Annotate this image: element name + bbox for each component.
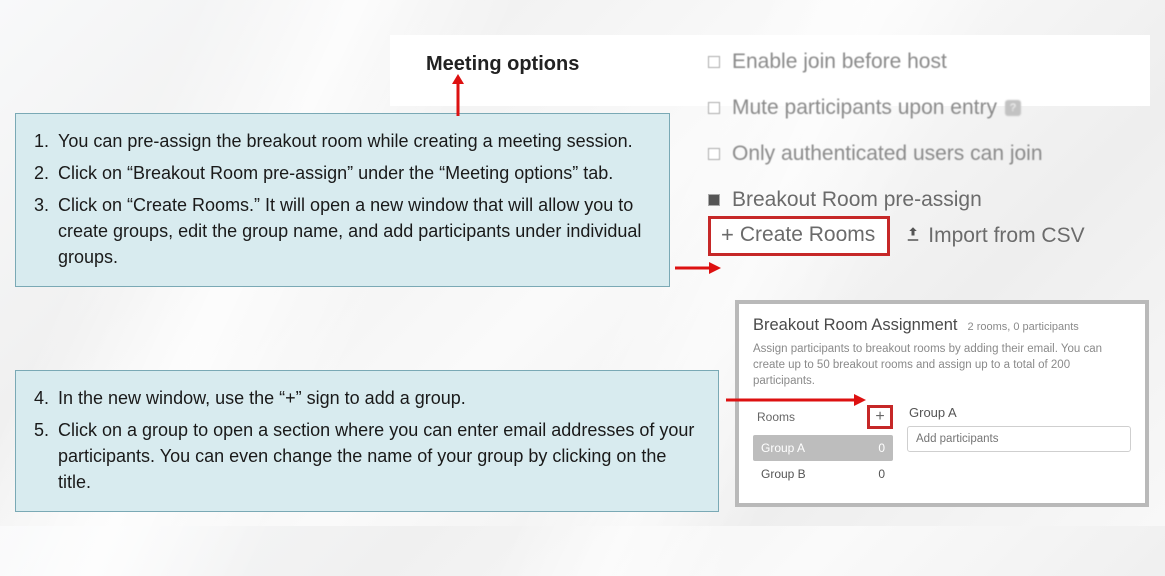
dialog-description: Assign participants to breakout rooms by… (753, 341, 1131, 389)
arrow-right-icon (675, 258, 721, 278)
checkbox-icon[interactable] (708, 56, 720, 68)
room-count: 0 (878, 467, 885, 481)
add-room-button[interactable]: + (867, 405, 893, 429)
rooms-header-label: Rooms (757, 410, 795, 424)
import-csv-label: Import from CSV (928, 224, 1084, 248)
breakout-assignment-dialog: Breakout Room Assignment 2 rooms, 0 part… (735, 300, 1149, 507)
instruction-number: 5. (34, 417, 58, 495)
import-csv-button[interactable]: Import from CSV (904, 224, 1084, 248)
option-label: Enable join before host (732, 50, 947, 74)
option-breakout-preassign[interactable]: Breakout Room pre-assign (708, 188, 1138, 212)
upload-icon (904, 225, 922, 247)
instruction-item: 3.Click on “Create Rooms.” It will open … (34, 192, 651, 270)
option-mute-on-entry[interactable]: Mute participants upon entry ? (708, 96, 1138, 120)
dialog-title: Breakout Room Assignment (753, 316, 958, 335)
rooms-column: Rooms + Group A 0 Group B 0 (753, 403, 893, 487)
instruction-text: In the new window, use the “+” sign to a… (58, 385, 466, 411)
group-title[interactable]: Group A (907, 403, 1131, 426)
breakout-actions: + Create Rooms Import from CSV (708, 216, 1138, 256)
option-authenticated-only[interactable]: Only authenticated users can join (708, 142, 1138, 166)
checkbox-icon[interactable] (708, 148, 720, 160)
instruction-number: 2. (34, 160, 58, 186)
instruction-text: You can pre-assign the breakout room whi… (58, 128, 633, 154)
add-participants-input[interactable] (907, 426, 1131, 452)
checkbox-checked-icon[interactable] (708, 194, 720, 206)
dialog-body: Rooms + Group A 0 Group B 0 Group A (753, 403, 1131, 487)
instruction-text: Click on a group to open a section where… (58, 417, 700, 495)
instruction-text: Click on “Create Rooms.” It will open a … (58, 192, 651, 270)
instruction-item: 1.You can pre-assign the breakout room w… (34, 128, 651, 154)
option-join-before-host[interactable]: Enable join before host (708, 50, 1138, 74)
room-row[interactable]: Group B 0 (753, 461, 893, 487)
dialog-subtitle: 2 rooms, 0 participants (968, 321, 1079, 333)
create-rooms-label: Create Rooms (740, 223, 875, 247)
meeting-options-title: Meeting options (426, 53, 579, 76)
instruction-number: 3. (34, 192, 58, 270)
instruction-callout-1: 1.You can pre-assign the breakout room w… (15, 113, 670, 287)
instruction-text: Click on “Breakout Room pre-assign” unde… (58, 160, 613, 186)
instruction-number: 4. (34, 385, 58, 411)
room-count: 0 (878, 441, 885, 455)
room-name: Group B (761, 467, 806, 481)
checkbox-icon[interactable] (708, 102, 720, 114)
option-label: Only authenticated users can join (732, 142, 1043, 166)
option-label: Mute participants upon entry (732, 96, 997, 120)
dialog-header: Breakout Room Assignment 2 rooms, 0 part… (753, 316, 1131, 335)
instruction-callout-2: 4.In the new window, use the “+” sign to… (15, 370, 719, 512)
meeting-options-panel: Meeting options Enable join before host … (390, 35, 1150, 106)
help-icon[interactable]: ? (1005, 100, 1021, 116)
create-rooms-button[interactable]: + Create Rooms (708, 216, 890, 256)
plus-icon: + (875, 408, 884, 426)
group-column: Group A (907, 403, 1131, 452)
meeting-options-list: Enable join before host Mute participant… (708, 50, 1138, 256)
instruction-item: 5.Click on a group to open a section whe… (34, 417, 700, 495)
instruction-number: 1. (34, 128, 58, 154)
room-row[interactable]: Group A 0 (753, 435, 893, 461)
room-name: Group A (761, 441, 805, 455)
instruction-item: 2.Click on “Breakout Room pre-assign” un… (34, 160, 651, 186)
rooms-header: Rooms + (753, 403, 893, 435)
plus-icon: + (721, 224, 734, 246)
option-label: Breakout Room pre-assign (732, 188, 982, 212)
instruction-item: 4.In the new window, use the “+” sign to… (34, 385, 700, 411)
